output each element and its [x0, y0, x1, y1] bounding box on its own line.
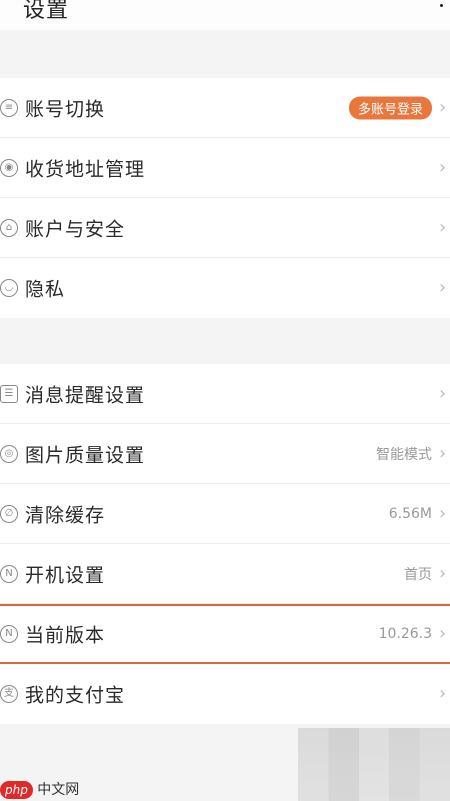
page-title: 设置 [23, 0, 70, 23]
row-account-switch[interactable]: ≡ 账号切换 多账号登录 › [0, 78, 450, 138]
row-label: 清除缓存 [25, 504, 106, 526]
row-label: 收货地址管理 [25, 158, 146, 180]
multi-account-badge: 多账号登录 [348, 96, 432, 119]
image-pin-icon: ◎ [0, 444, 18, 463]
chevron-right-icon: › [439, 683, 447, 704]
row-label: 账号切换 [25, 98, 106, 120]
chevron-right-icon: › [439, 562, 447, 584]
row-label: 隐私 [25, 278, 66, 301]
chevron-right-icon: › [439, 623, 447, 644]
header-bar: ‹ 设置 [0, 0, 450, 30]
watermark-logo: php [0, 781, 33, 799]
row-label: 我的支付宝 [25, 684, 126, 707]
chevron-right-icon: › [439, 502, 447, 524]
list-icon: ≡ [0, 98, 18, 117]
lock-icon: ⌂ [0, 218, 18, 237]
row-value: 10.26.3 [378, 626, 432, 642]
row-startup-settings[interactable]: N 开机设置 首页 › [0, 544, 450, 604]
row-privacy[interactable]: ◡ 隐私 › [0, 258, 450, 318]
row-value: 智能模式 [376, 446, 432, 463]
row-shipping-address[interactable]: ◉ 收货地址管理 › [0, 138, 450, 198]
row-account-security[interactable]: ⌂ 账户与安全 › [0, 198, 450, 258]
chevron-right-icon: › [439, 442, 447, 464]
row-clear-cache[interactable]: ∅ 清除缓存 6.56M › [0, 484, 450, 544]
chevron-right-icon: › [439, 277, 447, 298]
eye-closed-icon: ◡ [0, 279, 18, 297]
watermark: php 中文网 [0, 779, 79, 801]
broom-icon: ∅ [0, 504, 18, 523]
row-label: 当前版本 [25, 624, 106, 647]
row-label: 图片质量设置 [25, 444, 146, 466]
chevron-right-icon: › [439, 96, 447, 118]
row-image-quality[interactable]: ◎ 图片质量设置 智能模式 › [0, 424, 450, 484]
more-dot-icon[interactable] [440, 4, 443, 7]
row-label: 账户与安全 [25, 218, 126, 240]
n-circle-icon: N [0, 564, 18, 583]
chevron-left-icon[interactable]: ‹ [0, 0, 14, 20]
settings-group-account: ≡ 账号切换 多账号登录 › ◉ 收货地址管理 › ⌂ 账户与安全 › ◡ 隐私… [0, 78, 450, 318]
row-notification-settings[interactable]: ☰ 消息提醒设置 › [0, 364, 450, 424]
blurred-region [298, 728, 450, 801]
row-current-version[interactable]: N 当前版本 10.26.3 › [0, 604, 450, 664]
sliders-icon: ☰ [0, 384, 18, 403]
row-value: 首页 [404, 566, 432, 583]
chevron-right-icon: › [439, 156, 447, 178]
row-label: 开机设置 [25, 564, 106, 586]
settings-group-general: ☰ 消息提醒设置 › ◎ 图片质量设置 智能模式 › ∅ 清除缓存 6.56M … [0, 364, 450, 724]
n-circle-icon: N [0, 625, 18, 643]
location-pin-icon: ◉ [0, 158, 18, 177]
watermark-text: 中文网 [37, 782, 80, 798]
chevron-right-icon: › [439, 216, 447, 238]
alipay-icon: 支 [0, 685, 18, 703]
chevron-right-icon: › [439, 382, 447, 404]
row-alipay[interactable]: 支 我的支付宝 › [0, 664, 450, 724]
row-value: 6.56M [388, 505, 432, 522]
row-label: 消息提醒设置 [25, 384, 146, 406]
